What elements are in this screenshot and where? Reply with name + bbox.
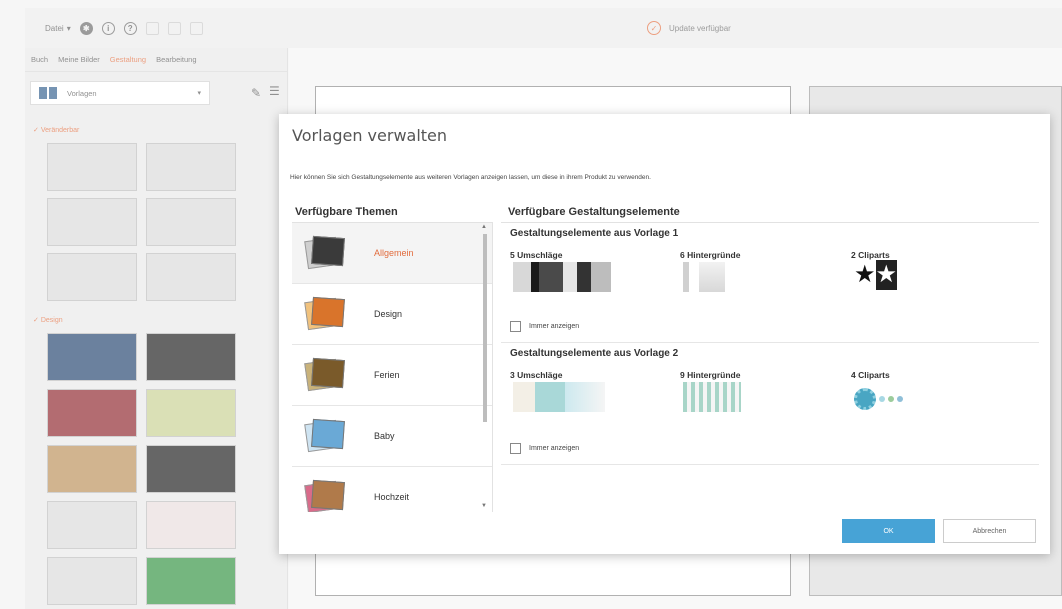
theme-label: Ferien [374, 370, 400, 380]
dialog-title: Vorlagen verwalten [292, 126, 448, 145]
dot-icon [888, 396, 894, 402]
divider [492, 222, 493, 512]
cliparts-strip[interactable]: ★ ★ [854, 260, 898, 290]
themes-list: Allgemein Design Ferien Baby Hochzeit [292, 222, 492, 512]
backgrounds-strip[interactable] [683, 262, 725, 292]
theme-thumbnail [304, 235, 346, 271]
theme-label: Baby [374, 431, 395, 441]
cliparts-strip[interactable] [854, 384, 903, 414]
always-show-label: Immer anzeigen [529, 445, 580, 452]
theme-thumbnail [304, 296, 346, 332]
scroll-thumb[interactable] [483, 234, 487, 422]
backgrounds-count: 9 Hintergründe [680, 370, 741, 380]
covers-strip[interactable] [513, 262, 611, 292]
always-show-checkbox[interactable] [510, 443, 521, 454]
theme-item-allgemein[interactable]: Allgemein [292, 223, 492, 284]
theme-thumbnail [304, 357, 346, 393]
cancel-button[interactable]: Abbrechen [943, 519, 1036, 543]
backgrounds-strip[interactable] [683, 382, 741, 412]
covers-count: 5 Umschläge [510, 250, 563, 260]
always-show-option[interactable]: Immer anzeigen [510, 321, 579, 332]
dot-icon [879, 396, 885, 402]
themes-scrollbar[interactable]: ▲ ▼ [481, 224, 489, 509]
always-show-checkbox[interactable] [510, 321, 521, 332]
theme-label: Allgemein [374, 248, 414, 258]
ok-button[interactable]: OK [842, 519, 935, 543]
theme-item-baby[interactable]: Baby [292, 406, 492, 467]
divider [501, 464, 1039, 465]
theme-item-ferien[interactable]: Ferien [292, 345, 492, 406]
manage-templates-dialog: Vorlagen verwalten Hier können Sie sich … [279, 114, 1050, 554]
divider [501, 222, 1039, 223]
scroll-up-icon[interactable]: ▲ [481, 224, 487, 230]
themes-heading: Verfügbare Themen [295, 206, 398, 218]
theme-thumbnail [304, 479, 346, 512]
covers-count: 3 Umschläge [510, 370, 563, 380]
theme-item-design[interactable]: Design [292, 284, 492, 345]
divider [501, 342, 1039, 343]
always-show-option[interactable]: Immer anzeigen [510, 443, 579, 454]
dot-icon [897, 396, 903, 402]
elements-heading: Verfügbare Gestaltungselemente [508, 206, 680, 218]
dialog-description: Hier können Sie sich Gestaltungselemente… [290, 174, 651, 181]
theme-thumbnail [304, 418, 346, 454]
group-title-vorlage-2: Gestaltungselemente aus Vorlage 2 [510, 348, 679, 359]
always-show-label: Immer anzeigen [529, 323, 580, 330]
star-outline-icon: ★ [875, 260, 898, 290]
flower-icon [854, 388, 876, 410]
cliparts-count: 2 Cliparts [851, 250, 890, 260]
covers-strip[interactable] [513, 382, 605, 412]
cliparts-count: 4 Cliparts [851, 370, 890, 380]
star-icon: ★ [854, 261, 876, 288]
scroll-down-icon[interactable]: ▼ [481, 503, 487, 509]
backgrounds-count: 6 Hintergründe [680, 250, 741, 260]
theme-item-hochzeit[interactable]: Hochzeit [292, 467, 492, 512]
theme-label: Design [374, 309, 403, 319]
group-title-vorlage-1: Gestaltungselemente aus Vorlage 1 [510, 228, 679, 239]
theme-label: Hochzeit [374, 492, 410, 502]
